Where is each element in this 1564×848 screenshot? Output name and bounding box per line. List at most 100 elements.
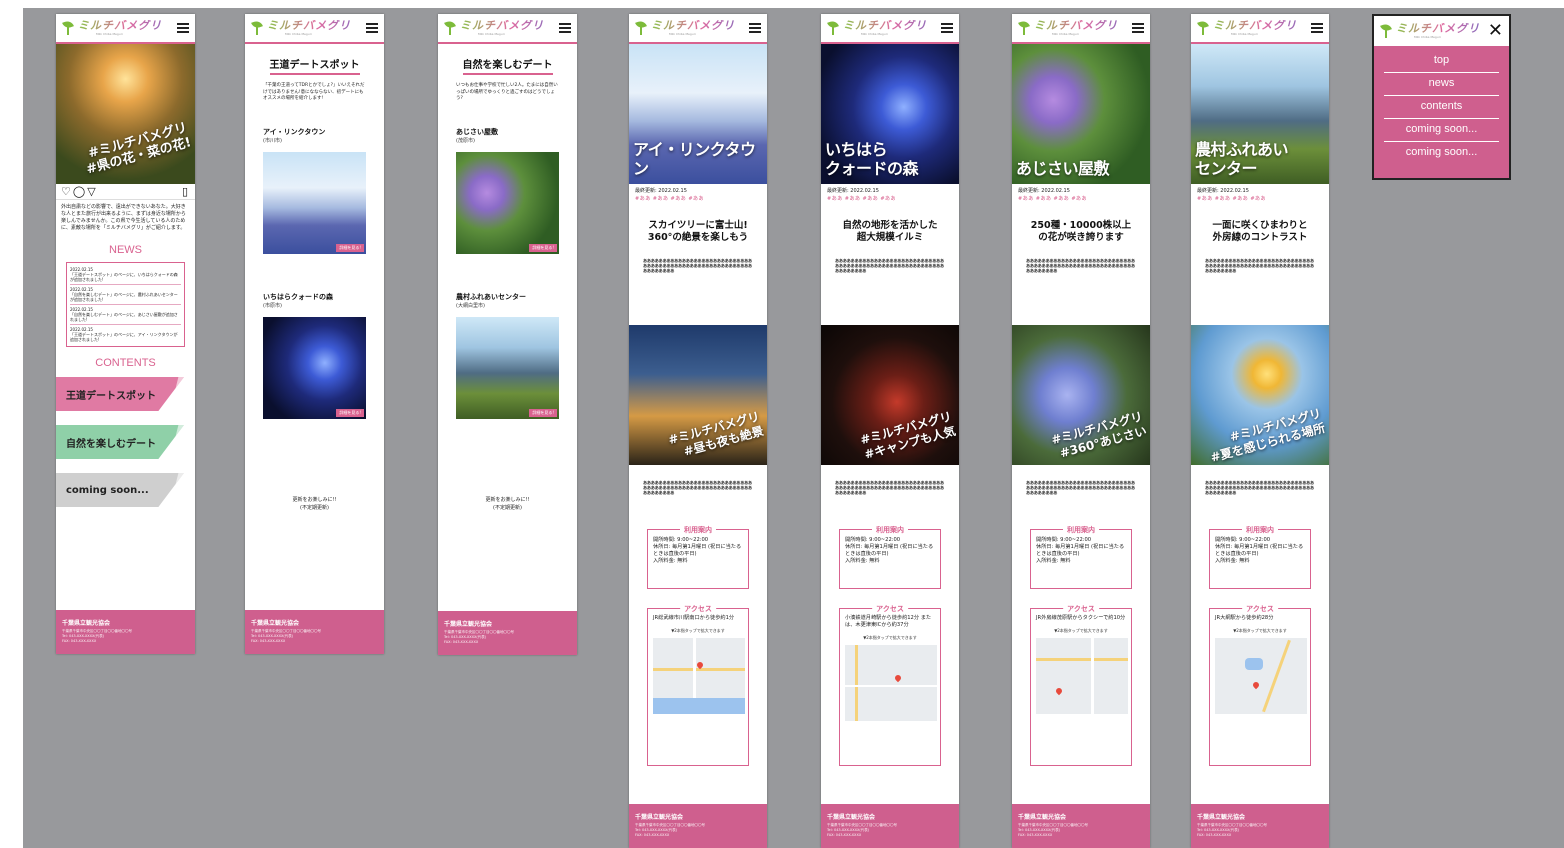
nav-menu: ミルチバメグリ Milk Chiba Meguri ✕ top news cont… xyxy=(1372,14,1511,180)
hashtags: #ああ #ああ #ああ #ああ xyxy=(635,196,705,202)
info-heading: 利用案内 xyxy=(1063,525,1099,535)
news-item[interactable]: 2022.02.15 「自然を楽しむデート」のページに、あじさい屋敷が追加されま… xyxy=(70,305,181,325)
close-icon[interactable]: ✕ xyxy=(1488,22,1503,40)
news-heading: NEWS xyxy=(109,244,142,256)
more-button[interactable]: 詳細を見る! xyxy=(336,408,364,417)
body-text: ああああああああああああああああああああああああああああああああああああああああ… xyxy=(1205,258,1314,273)
detail-photo: #ミルチバメグリ #360°あじさい xyxy=(1012,325,1150,465)
spot-name: いちはらクォードの森 xyxy=(263,292,333,301)
contents-heading: CONTENTS xyxy=(95,357,156,369)
leaf-logo-icon xyxy=(62,21,74,35)
detail-hero-title: 農村ふれあい センター xyxy=(1195,140,1289,178)
site-logo[interactable]: ミルチバメグリ Milk Chiba Meguri xyxy=(651,20,749,36)
more-button[interactable]: 詳細を見る! xyxy=(336,243,364,252)
news-item[interactable]: 2022.02.15 「自然を楽しむデート」のページに、農村ふれあいセンターが追… xyxy=(70,285,181,305)
app-header: ミルチバメグリ Milk Chiba Meguri xyxy=(821,14,959,44)
map-note: ▼2本指タップで拡大できます xyxy=(1054,628,1108,633)
access-heading: アクセス xyxy=(872,604,908,614)
footer-org: 千葉県立観光協会 xyxy=(444,621,493,628)
contents-button-coming-soon[interactable]: coming soon... xyxy=(56,473,184,507)
info-heading: 利用案内 xyxy=(1242,525,1278,535)
detail-hero-title: アイ・リンクタウン xyxy=(633,140,756,178)
contents-button-oudou[interactable]: 王道デートスポット xyxy=(56,377,184,411)
hero-photo: #ミルチバメグリ #県の花・菜の花! xyxy=(56,44,195,184)
site-logo[interactable]: ミルチバメグリ Milk Chiba Meguri xyxy=(78,20,177,36)
info-line: 入所料金: 無料 xyxy=(1036,558,1071,564)
detail-hero-photo: あじさい屋敷 xyxy=(1012,44,1150,184)
heart-icon[interactable]: ♡ xyxy=(61,185,71,198)
leaf-logo-icon xyxy=(1380,24,1392,38)
app-header: ミルチバメグリ Milk Chiba Meguri xyxy=(629,14,767,44)
site-logo[interactable]: ミルチバメグリ Milk Chiba Meguri xyxy=(1396,23,1488,39)
screen-detail: ミルチバメグリ Milk Chiba Meguri 農村ふれあい センター 最終更… xyxy=(1191,14,1329,848)
contents-button-shizen[interactable]: 自然を楽しむデート xyxy=(56,425,184,459)
more-button[interactable]: 詳細を見る! xyxy=(529,408,557,417)
info-line: 休所日: 毎月第1月曜日 (祝日に当たるときは直後の平日) xyxy=(1036,544,1125,557)
photo-hashtag: #ミルチバメグリ #昼も夜も絶景 xyxy=(666,409,766,459)
detail-hero-title: あじさい屋敷 xyxy=(1016,159,1110,178)
more-button[interactable]: 詳細を見る! xyxy=(529,243,557,252)
menu-item-contents[interactable]: contents xyxy=(1384,96,1499,119)
comment-icon[interactable]: ◯ xyxy=(73,185,85,198)
access-map[interactable] xyxy=(653,638,745,714)
hamburger-icon[interactable] xyxy=(366,23,378,33)
footer-fax: FAX: 043-XXX-XXXX xyxy=(251,639,286,643)
news-item[interactable]: 2022.02.15 「王道デートスポット」のページに、アイ・リンクタウンが追加… xyxy=(70,325,181,344)
menu-item-coming-soon[interactable]: coming soon... xyxy=(1384,142,1499,165)
map-note: ▼2本指タップで拡大できます xyxy=(671,628,725,633)
news-item[interactable]: 2022.02.15 「王道デートスポット」のページに、いちはらクォードの森が追… xyxy=(70,265,181,285)
spot-photo[interactable]: 詳細を見る! xyxy=(456,316,559,419)
info-line: 入所料金: 無料 xyxy=(1215,558,1250,564)
hamburger-icon[interactable] xyxy=(1311,23,1323,33)
hamburger-icon[interactable] xyxy=(941,23,953,33)
spot-photo[interactable]: 詳細を見る! xyxy=(263,316,366,419)
footer: 千葉県立観光協会 千葉県千葉市中央区〇〇丁目〇〇番地〇〇号 Tel: 043-X… xyxy=(1191,804,1329,848)
site-logo[interactable]: ミルチバメグリ Milk Chiba Meguri xyxy=(267,20,366,36)
footer-fax: FAX: 043-XXX-XXXX xyxy=(1018,833,1053,837)
info-box: 利用案内 開所時間: 9:00~22:00 休所日: 毎月第1月曜日 (祝日に当… xyxy=(1030,525,1132,589)
footer: 千葉県立観光協会 千葉県千葉市中央区〇〇丁目〇〇番地〇〇号 Tel: 043-X… xyxy=(821,804,959,848)
site-logo[interactable]: ミルチバメグリ Milk Chiba Meguri xyxy=(1034,20,1132,36)
site-logo[interactable]: ミルチバメグリ Milk Chiba Meguri xyxy=(1213,20,1311,36)
access-map[interactable] xyxy=(845,645,937,721)
access-heading: アクセス xyxy=(1242,604,1278,614)
update-note: 更新をお楽しみに!! (不定期更新) xyxy=(292,497,337,511)
menu-item-coming-soon[interactable]: coming soon... xyxy=(1384,119,1499,142)
access-text: JR大網駅から徒歩約28分 xyxy=(1215,615,1274,621)
hamburger-icon[interactable] xyxy=(177,23,189,33)
photo-hashtag: #ミルチバメグリ #360°あじさい xyxy=(1049,409,1149,461)
menu-header: ミルチバメグリ Milk Chiba Meguri ✕ xyxy=(1374,16,1509,46)
leaf-logo-icon xyxy=(1197,21,1209,35)
spot-photo[interactable]: 詳細を見る! xyxy=(456,151,559,254)
footer-org: 千葉県立観光協会 xyxy=(635,814,684,821)
leaf-logo-icon xyxy=(444,21,456,35)
site-logo[interactable]: ミルチバメグリ Milk Chiba Meguri xyxy=(843,20,941,36)
screen-detail: ミルチバメグリ Milk Chiba Meguri いちはら クォードの森 最終更… xyxy=(821,14,959,848)
screen-detail: ミルチバメグリ Milk Chiba Meguri あじさい屋敷 最終更新: 20… xyxy=(1012,14,1150,848)
detail-photo: #ミルチバメグリ #昼も夜も絶景 xyxy=(629,325,767,465)
detail-hero-title: いちはら クォードの森 xyxy=(825,140,919,178)
detail-photo: #ミルチバメグリ #キャンプも人気 xyxy=(821,325,959,465)
site-logo[interactable]: ミルチバメグリ Milk Chiba Meguri xyxy=(460,20,559,36)
footer-fax: FAX: 043-XXX-XXXX xyxy=(1197,833,1232,837)
info-line: 休所日: 毎月第1月曜日 (祝日に当たるときは直後の平日) xyxy=(653,544,742,557)
map-note: ▼2本指タップで拡大できます xyxy=(1233,628,1287,633)
info-line: 開所時間: 9:00~22:00 xyxy=(653,537,709,543)
menu-item-top[interactable]: top xyxy=(1384,50,1499,73)
detail-heading: 自然の地形を活かした 超大規模イルミ xyxy=(842,220,938,243)
access-map[interactable] xyxy=(1036,638,1128,714)
spot-location: (茂原市) xyxy=(456,137,475,144)
hamburger-icon[interactable] xyxy=(559,23,571,33)
spot-name: アイ・リンクタウン xyxy=(263,127,326,136)
spot-photo[interactable]: 詳細を見る! xyxy=(263,151,366,254)
page-description: いつもお仕事や学校で忙しい2人。たまには自然いっぱいの場所でゆっくりと過ごすのは… xyxy=(456,83,558,101)
hamburger-icon[interactable] xyxy=(749,23,761,33)
body-text: ああああああああああああああああああああああああああああああああああああああああ… xyxy=(1026,480,1135,495)
hamburger-icon[interactable] xyxy=(1132,23,1144,33)
bookmark-icon[interactable]: ▯ xyxy=(182,185,188,198)
info-line: 休所日: 毎月第1月曜日 (祝日に当たるときは直後の平日) xyxy=(1215,544,1304,557)
hashtags: #ああ #ああ #ああ #ああ xyxy=(1018,196,1088,202)
menu-item-news[interactable]: news xyxy=(1384,73,1499,96)
send-icon[interactable]: ▽ xyxy=(87,185,95,198)
access-map[interactable] xyxy=(1215,638,1307,714)
